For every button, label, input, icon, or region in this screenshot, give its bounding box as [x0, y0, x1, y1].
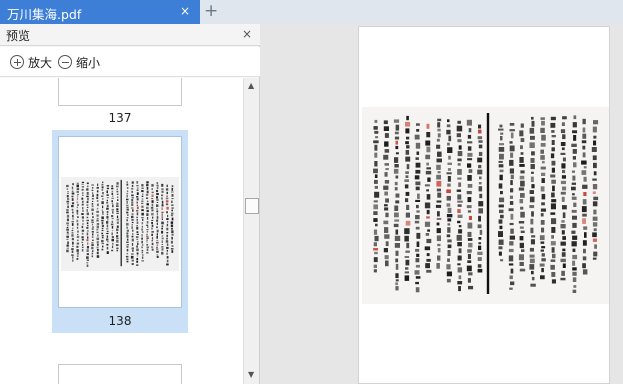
- zoom-out-label: 缩小: [76, 55, 101, 70]
- page-number-label: 138: [108, 314, 132, 328]
- thumbnail-calligraphy-image: [66, 179, 174, 267]
- thumbnail-list: 137 138: [0, 78, 243, 384]
- tab-document[interactable]: 万川集海.pdf ×: [0, 0, 200, 24]
- preview-header: 预览 ×: [0, 24, 260, 46]
- page-scan-image: [362, 107, 609, 304]
- zoom-out-button[interactable]: 缩小: [58, 53, 100, 71]
- document-page: [358, 26, 610, 384]
- calligraphy-scan-image: [373, 113, 599, 294]
- scroll-up-icon[interactable]: ▲: [248, 81, 254, 90]
- page-number-label: 137: [108, 111, 132, 125]
- close-tab-icon[interactable]: ×: [180, 4, 190, 18]
- new-tab-icon[interactable]: +: [204, 0, 218, 22]
- calligraphy-strokes: [373, 113, 599, 294]
- zoom-in-button[interactable]: 放大: [10, 53, 52, 71]
- preview-panel: 预览 × 放大 缩小 137 138 ▲ ▼: [0, 24, 260, 384]
- close-preview-icon[interactable]: ×: [242, 27, 252, 41]
- preview-title: 预览: [6, 29, 31, 43]
- page-thumbnail-138-selected[interactable]: 138: [52, 130, 188, 333]
- zoom-in-label: 放大: [28, 55, 53, 70]
- tab-title: 万川集海.pdf: [7, 7, 82, 22]
- page-thumbnail-139[interactable]: [58, 364, 182, 384]
- page-thumbnail-138[interactable]: [58, 136, 182, 308]
- document-view[interactable]: [261, 24, 623, 384]
- zoom-in-icon: [10, 55, 24, 69]
- scroll-down-icon[interactable]: ▼: [248, 370, 254, 379]
- tab-bar: 万川集海.pdf × +: [0, 0, 623, 24]
- calligraphy-strokes: [66, 179, 174, 267]
- page-thumbnail-137[interactable]: [58, 78, 182, 106]
- thumbnail-scrollbar[interactable]: ▲ ▼: [243, 78, 259, 384]
- zoom-toolbar: 放大 缩小: [0, 47, 260, 77]
- zoom-out-icon: [58, 55, 72, 69]
- scrollbar-thumb[interactable]: [245, 198, 259, 214]
- thumbnail-scan-image: [61, 177, 179, 271]
